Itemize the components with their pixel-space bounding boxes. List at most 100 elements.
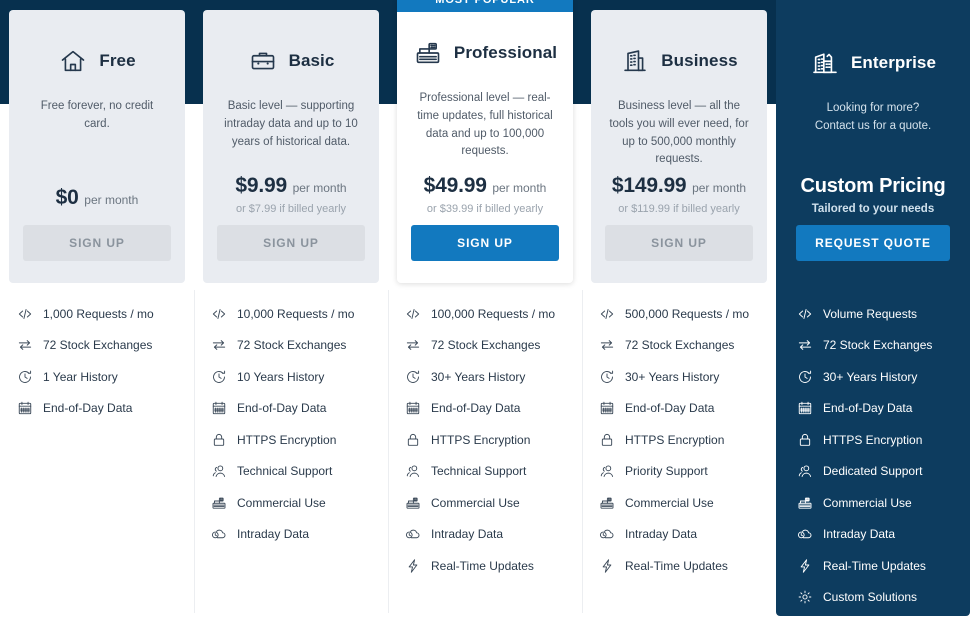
calendar-icon [210, 400, 227, 417]
feature-item: 30+ Years History [404, 368, 582, 385]
feature-label: HTTPS Encryption [823, 432, 923, 447]
plan-name: Business [661, 51, 738, 70]
plan-header-business: Business [620, 46, 738, 76]
feature-item: End-of-Day Data [598, 400, 776, 417]
plan-card-free: Free Free forever, no credit card. $0 per … [9, 10, 185, 283]
feature-item: Real-Time Updates [404, 557, 582, 574]
request-quote-button-enterprise[interactable]: REQUEST QUOTE [796, 225, 950, 261]
price-block: $49.99 per month or $39.99 if billed year… [424, 174, 547, 225]
plan-description: Business level — all the tools you will … [609, 100, 749, 166]
briefcase-icon [248, 46, 278, 76]
feature-item: Commercial Use [598, 494, 776, 511]
feature-label: Priority Support [625, 464, 708, 478]
plan-price: Custom Pricing [801, 175, 946, 198]
register-icon [598, 494, 615, 511]
price-yearly-note: or $7.99 if billed yearly [235, 203, 347, 215]
price-yearly-note: Tailored to your needs [811, 203, 935, 215]
gear-icon [796, 589, 813, 606]
code-icon [598, 305, 615, 322]
office-building-icon [810, 48, 840, 78]
price-period: per month [692, 181, 747, 195]
code-icon [404, 305, 421, 322]
feature-label: 10,000 Requests / mo [237, 306, 355, 321]
feature-label: Real-Time Updates [625, 558, 728, 573]
plan-description: Basic level — supporting intraday data a… [224, 100, 358, 148]
feature-item: Volume Requests [796, 305, 970, 322]
exchange-icon [598, 337, 615, 354]
code-icon [210, 305, 227, 322]
history-icon [404, 368, 421, 385]
cloud-clock-icon [210, 526, 227, 543]
sign-up-button-professional[interactable]: SIGN UP [411, 225, 559, 261]
exchange-icon [210, 337, 227, 354]
feature-list-enterprise: Volume Requests 72 Stock Exchanges 30+ Yea… [776, 283, 970, 606]
feature-item: 72 Stock Exchanges [16, 337, 194, 354]
calendar-icon [796, 400, 813, 417]
lock-icon [404, 431, 421, 448]
feature-label: 30+ Years History [823, 369, 918, 384]
bolt-icon [598, 557, 615, 574]
feature-item: Technical Support [404, 463, 582, 480]
price-amount: $9.99 [235, 174, 287, 197]
price-block: $9.99 per month or $7.99 if billed yearly [235, 174, 346, 225]
price-period: per month [292, 181, 347, 195]
price-block: $149.99 per month or $119.99 if billed ye… [612, 174, 746, 225]
feature-label: Commercial Use [625, 495, 714, 510]
feature-item: Real-Time Updates [796, 557, 970, 574]
plan-price: $0 per month [56, 186, 139, 210]
feature-label: 72 Stock Exchanges [625, 338, 735, 352]
feature-item: 30+ Years History [598, 368, 776, 385]
sign-up-button-business[interactable]: SIGN UP [605, 225, 753, 261]
feature-list-free: 1,000 Requests / mo 72 Stock Exchanges 1 Y… [0, 283, 194, 417]
history-icon [796, 368, 813, 385]
feature-item: 100,000 Requests / mo [404, 305, 582, 322]
building-icon [620, 46, 650, 76]
feature-item: Intraday Data [404, 526, 582, 543]
calendar-icon [16, 400, 33, 417]
feature-label: 10 Years History [237, 369, 325, 384]
plan-column-basic: Basic Basic level — supporting intraday d… [194, 0, 388, 623]
feature-label: 30+ Years History [431, 369, 526, 384]
price-period: per month [492, 181, 547, 195]
plan-card-enterprise: Enterprise Looking for more? Contact us f… [776, 0, 970, 283]
sign-up-button-basic[interactable]: SIGN UP [217, 225, 365, 261]
feature-label: 1,000 Requests / mo [43, 306, 154, 321]
plan-column-business: Business Business level — all the tools y… [582, 0, 776, 623]
feature-item: Technical Support [210, 463, 388, 480]
feature-item: 72 Stock Exchanges [598, 337, 776, 354]
feature-label: Real-Time Updates [431, 558, 534, 573]
feature-item: 1,000 Requests / mo [16, 305, 194, 322]
feature-label: 1 Year History [43, 369, 118, 384]
feature-label: Intraday Data [431, 527, 504, 541]
price-amount: $149.99 [611, 174, 687, 197]
sign-up-button-free[interactable]: SIGN UP [23, 225, 171, 261]
feature-item: End-of-Day Data [210, 400, 388, 417]
price-amount: Custom Pricing [800, 175, 946, 197]
feature-label: Dedicated Support [823, 464, 923, 478]
plan-price: $49.99 per month [424, 174, 547, 198]
feature-label: Intraday Data [237, 527, 310, 541]
plan-name: Enterprise [850, 53, 937, 72]
lock-icon [210, 431, 227, 448]
plan-description: Free forever, no credit card. [40, 100, 154, 130]
plan-card-basic: Basic Basic level — supporting intraday d… [203, 10, 379, 283]
feature-label: Commercial Use [431, 495, 520, 510]
plan-description: Professional level — real-time updates, … [417, 92, 553, 158]
feature-item: Commercial Use [404, 494, 582, 511]
feature-label: HTTPS Encryption [431, 432, 531, 447]
feature-item: Commercial Use [210, 494, 388, 511]
plan-header-professional: Professional [413, 38, 557, 68]
feature-item: Intraday Data [598, 526, 776, 543]
price-yearly-note: or $39.99 if billed yearly [426, 203, 544, 215]
code-icon [16, 305, 33, 322]
feature-item: HTTPS Encryption [796, 431, 970, 448]
feature-label: Custom Solutions [823, 590, 918, 604]
cloud-clock-icon [598, 526, 615, 543]
register-icon [210, 494, 227, 511]
plan-price: $149.99 per month [612, 174, 746, 198]
feature-item: 72 Stock Exchanges [210, 337, 388, 354]
feature-item: 500,000 Requests / mo [598, 305, 776, 322]
feature-label: Technical Support [431, 464, 527, 478]
feature-item: HTTPS Encryption [210, 431, 388, 448]
cash-register-icon [413, 38, 443, 68]
